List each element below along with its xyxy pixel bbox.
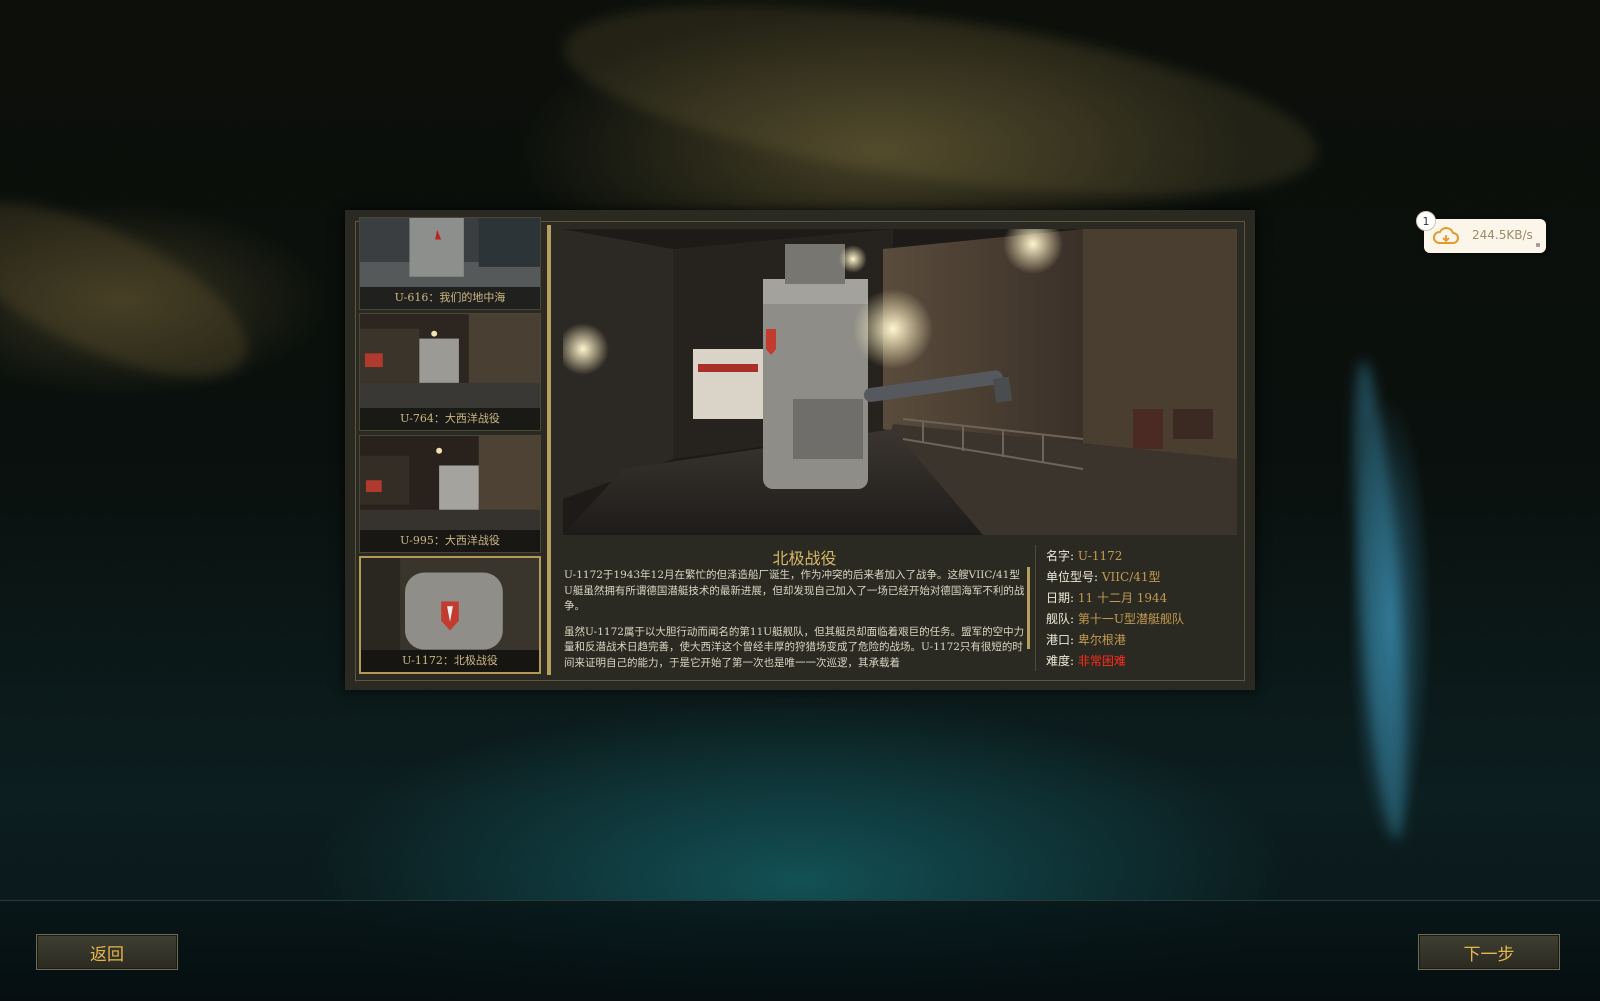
submarine-bunker-scene [563,229,1237,535]
mission-info-panel: 名字: U-1172 单位型号: VIIC/41型 日期: 11 十二月 194… [1046,546,1236,672]
mission-label: U-764：大西洋战役 [360,408,540,430]
info-value: VIIC/41型 [1101,570,1161,584]
info-row-date: 日期: 11 十二月 1944 [1046,588,1236,609]
info-row-name: 名字: U-1172 [1046,546,1236,567]
info-row-type: 单位型号: VIIC/41型 [1046,567,1236,588]
mission-preview-image [563,229,1237,535]
background-light-streak [0,168,271,412]
info-divider [1035,545,1036,671]
description-paragraph: 虽然U-1172属于以大胆行动而闻名的第11U艇舰队，但其艇员却面临着艰巨的任务… [564,625,1025,669]
description-paragraph: U-1172于1943年12月在繁忙的但泽造船厂诞生，作为冲突的后来者加入了战争… [564,569,1025,612]
info-key: 舰队: [1046,612,1075,626]
info-value: 第十一U型潜艇舰队 [1077,612,1184,626]
cloud-icon [1433,227,1459,244]
info-value: 卑尔根港 [1077,633,1126,647]
info-row-port: 港口: 卑尔根港 [1046,630,1236,651]
info-value: 11 十二月 1944 [1077,591,1168,605]
network-speed-widget[interactable]: 1 244.5KB/s [1416,211,1546,253]
background-light-streak [552,0,1328,233]
widget-grip [1536,243,1540,247]
mission-item-u995[interactable]: U-995：大西洋战役 [359,435,541,553]
mission-title: 北极战役 [772,549,837,568]
back-button[interactable]: 返回 [36,934,178,970]
mission-label: U-1172：北极战役 [361,650,539,672]
info-value: U-1172 [1077,549,1123,563]
description-scrollbar[interactable] [1027,567,1030,649]
info-key: 难度: [1046,654,1075,668]
difficulty-value: 非常困难 [1077,654,1126,668]
mission-item-u1172[interactable]: U-1172：北极战役 [359,556,541,674]
info-row-difficulty: 难度: 非常困难 [1046,651,1236,672]
background-light-streak [1343,359,1417,841]
bottom-bar [0,900,1600,1001]
mission-label: U-616：我们的地中海 [360,287,540,309]
mission-item-u616[interactable]: U-616：我们的地中海 [359,217,541,310]
info-key: 单位型号: [1046,570,1099,584]
info-key: 名字: [1046,549,1075,563]
mission-label: U-995：大西洋战役 [360,530,540,552]
mission-item-u764[interactable]: U-764：大西洋战役 [359,313,541,431]
network-speed-text: 244.5KB/s [1472,228,1533,242]
mission-list: U-616：我们的地中海 U-764：大西洋战役 U-995：大西洋战役 U-1… [359,217,541,687]
info-row-fleet: 舰队: 第十一U型潜艇舰队 [1046,609,1236,630]
info-key: 日期: [1046,591,1075,605]
mission-description[interactable]: U-1172于1943年12月在繁忙的但泽造船厂诞生，作为冲突的后来者加入了战争… [564,568,1026,672]
next-button[interactable]: 下一步 [1418,934,1560,970]
info-key: 港口: [1046,633,1075,647]
mission-list-scrollbar[interactable] [547,225,551,675]
